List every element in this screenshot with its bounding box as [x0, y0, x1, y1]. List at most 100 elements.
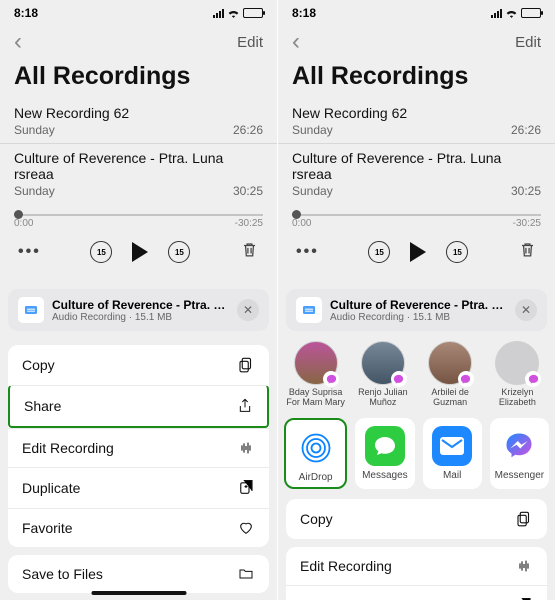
file-thumb-icon	[18, 297, 44, 323]
skip-back-icon[interactable]: 15	[90, 241, 112, 263]
copy-action[interactable]: Copy	[286, 499, 547, 539]
status-right	[491, 8, 541, 18]
close-icon[interactable]: ✕	[515, 299, 537, 321]
app-label: Messenger	[495, 470, 544, 481]
recording-row[interactable]: New Recording 62 Sunday26:26	[278, 99, 555, 143]
messenger-badge-icon	[323, 371, 339, 387]
back-button[interactable]: ‹	[14, 28, 22, 56]
waveform-icon	[237, 440, 255, 456]
page-title: All Recordings	[0, 60, 277, 99]
contact[interactable]: Bday Suprisa For Mam Mary	[284, 341, 347, 408]
recording-title: Culture of Reverence - Ptra. Luna rsreaa	[14, 150, 263, 182]
status-right	[213, 8, 263, 18]
more-icon[interactable]: •••	[18, 243, 41, 261]
messages-app[interactable]: Messages	[355, 418, 414, 489]
status-bar: 8:18	[0, 0, 277, 20]
edit-recording-action[interactable]: Edit Recording	[8, 428, 269, 467]
nav-bar: ‹ Edit	[278, 20, 555, 60]
duplicate-action[interactable]: Duplicate	[8, 467, 269, 508]
clock: 8:18	[292, 6, 316, 20]
messenger-app[interactable]: Messenger	[490, 418, 549, 489]
scrubber[interactable]	[14, 214, 263, 216]
skip-fwd-icon[interactable]: 15	[168, 241, 190, 263]
favorite-action[interactable]: Favorite	[8, 508, 269, 547]
contact-name: Krizelyn Elizabeth	[486, 388, 549, 408]
recording-title: Culture of Reverence - Ptra. Luna rsreaa	[292, 150, 541, 182]
edit-button[interactable]: Edit	[515, 34, 541, 51]
recording-title: New Recording 62	[292, 105, 541, 121]
wifi-icon	[227, 8, 240, 18]
scrubber-knob[interactable]	[292, 210, 301, 219]
messages-icon	[365, 426, 405, 466]
screen-left: 8:18 ‹ Edit All Recordings New Recording…	[0, 0, 277, 600]
share-action[interactable]: Share	[8, 385, 269, 428]
skip-fwd-icon[interactable]: 15	[446, 241, 468, 263]
screen-right: 8:18 ‹ Edit All Recordings New Recording…	[278, 0, 555, 600]
app-label: Messages	[362, 470, 408, 481]
recording-duration: 26:26	[233, 123, 263, 137]
wifi-icon	[505, 8, 518, 18]
copy-icon	[515, 510, 533, 528]
action-sheet: Copy Edit Recording Duplicate	[286, 499, 547, 600]
edit-button[interactable]: Edit	[237, 34, 263, 51]
recording-title: New Recording 62	[14, 105, 263, 121]
recording-row[interactable]: Culture of Reverence - Ptra. Luna rsreaa…	[0, 143, 277, 204]
action-sheet: Copy Share Edit Recording Duplicate Favo…	[8, 345, 269, 600]
contact[interactable]: Arbilei de Guzman	[419, 341, 482, 408]
clock: 8:18	[14, 6, 38, 20]
signal-icon	[213, 9, 224, 18]
app-label: AirDrop	[299, 472, 333, 483]
share-card: Culture of Reverence - Ptra. Luna rsreaa…	[286, 289, 547, 331]
nav-bar: ‹ Edit	[0, 20, 277, 60]
messenger-icon	[499, 426, 539, 466]
recording-row[interactable]: Culture of Reverence - Ptra. Luna rsreaa…	[278, 143, 555, 204]
share-card: Culture of Reverence - Ptra. Luna rsreaa…	[8, 289, 269, 331]
share-meta: Audio Recording · 15.1 MB	[330, 312, 507, 323]
close-icon[interactable]: ✕	[237, 299, 259, 321]
home-indicator[interactable]	[91, 591, 186, 595]
status-bar: 8:18	[278, 0, 555, 20]
share-title: Culture of Reverence - Ptra. Luna rsreaa	[330, 298, 507, 312]
app-label: Mail	[443, 470, 461, 481]
contact-name: Bday Suprisa For Mam Mary	[284, 388, 347, 408]
more-icon[interactable]: •••	[296, 243, 319, 261]
play-icon[interactable]	[410, 242, 426, 262]
save-to-files-action[interactable]: Save to Files	[8, 555, 269, 593]
back-button[interactable]: ‹	[292, 28, 300, 56]
contact-name: Arbilei de Guzman	[419, 388, 482, 408]
share-title: Culture of Reverence - Ptra. Luna rsreaa	[52, 298, 229, 312]
playback-controls: ••• 15 15	[0, 235, 277, 275]
play-icon[interactable]	[132, 242, 148, 262]
skip-back-icon[interactable]: 15	[368, 241, 390, 263]
contact[interactable]: Krizelyn Elizabeth	[486, 341, 549, 408]
mail-app[interactable]: Mail	[423, 418, 482, 489]
contacts-row: Bday Suprisa For Mam Mary Renjo Julian M…	[278, 331, 555, 410]
airdrop-app[interactable]: AirDrop	[284, 418, 347, 489]
recording-row[interactable]: New Recording 62 Sunday26:26	[0, 99, 277, 143]
scrubber[interactable]	[292, 214, 541, 216]
mail-icon	[432, 426, 472, 466]
copy-icon	[237, 356, 255, 374]
playback-controls: ••• 15 15	[278, 235, 555, 275]
airdrop-icon	[296, 428, 336, 468]
battery-icon	[521, 8, 541, 18]
duplicate-icon	[237, 479, 255, 497]
file-thumb-icon	[296, 297, 322, 323]
messenger-badge-icon	[458, 371, 474, 387]
duplicate-action[interactable]: Duplicate	[286, 585, 547, 600]
share-icon	[237, 397, 253, 415]
copy-action[interactable]: Copy	[8, 345, 269, 385]
contact-name: Renjo Julian Muñoz	[351, 388, 414, 408]
trash-icon[interactable]	[240, 239, 259, 265]
waveform-icon	[515, 558, 533, 574]
scrubber-knob[interactable]	[14, 210, 23, 219]
contact[interactable]: Renjo Julian Muñoz	[351, 341, 414, 408]
time-start: 0:00	[14, 218, 33, 229]
edit-recording-action[interactable]: Edit Recording	[286, 547, 547, 585]
trash-icon[interactable]	[518, 239, 537, 265]
battery-icon	[243, 8, 263, 18]
heart-icon	[237, 520, 255, 536]
signal-icon	[491, 9, 502, 18]
messenger-badge-icon	[391, 371, 407, 387]
folder-icon	[237, 566, 255, 582]
